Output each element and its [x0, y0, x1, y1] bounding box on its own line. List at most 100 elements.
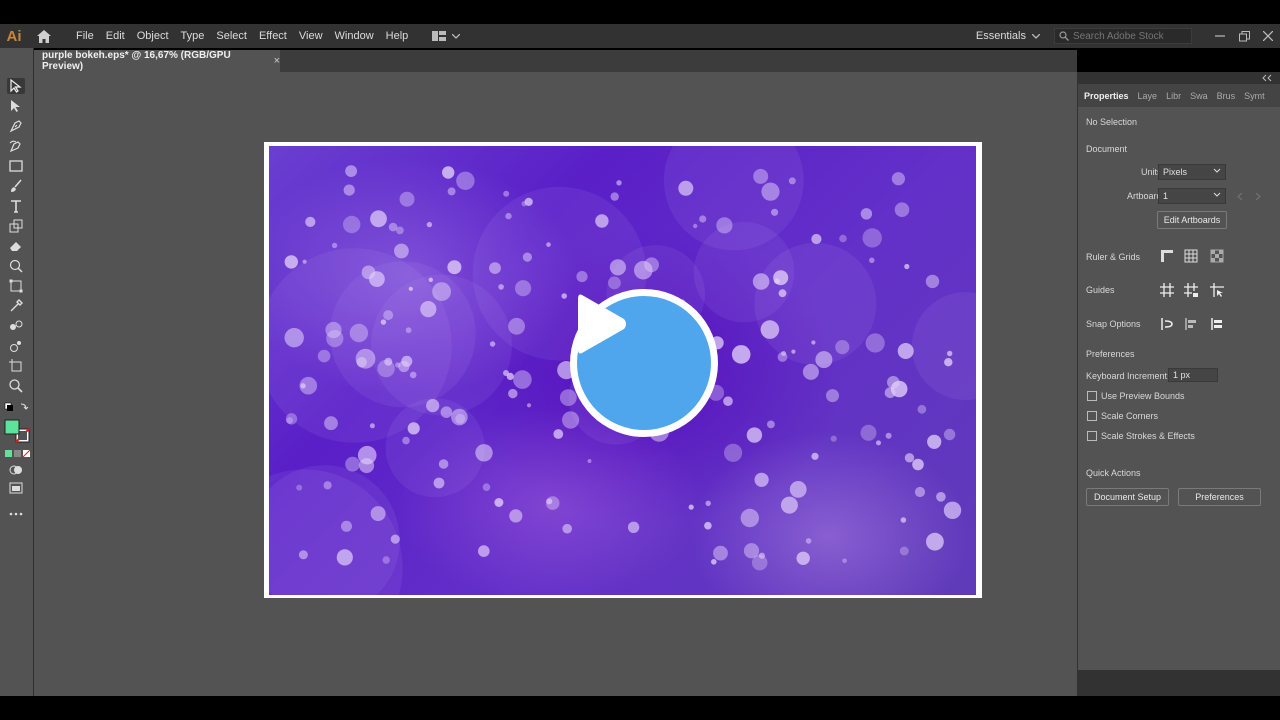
show-rulers-button[interactable]	[1158, 247, 1176, 265]
bokeh-dot	[505, 212, 512, 220]
menu-edit[interactable]: Edit	[100, 24, 131, 48]
type-tool[interactable]	[7, 198, 25, 214]
close-icon	[1263, 31, 1273, 41]
lock-guides-button[interactable]	[1182, 281, 1200, 299]
snap-to-point-button[interactable]	[1158, 315, 1176, 333]
menu-view[interactable]: View	[293, 24, 329, 48]
scale-corners-checkbox[interactable]	[1087, 411, 1097, 421]
tab-layers[interactable]: Laye	[1138, 91, 1158, 101]
curvature-tool[interactable]	[7, 138, 25, 154]
bokeh-dot	[326, 330, 344, 348]
bokeh-dot	[862, 228, 882, 248]
preferences-section-title: Preferences	[1086, 349, 1135, 359]
tab-properties[interactable]: Properties	[1084, 91, 1129, 101]
scale-strokes-label: Scale Strokes & Effects	[1101, 431, 1195, 441]
artboard-tool[interactable]	[7, 358, 25, 374]
units-select[interactable]: Pixels	[1158, 164, 1226, 180]
show-grid-button[interactable]	[1182, 247, 1200, 265]
preferences-button[interactable]: Preferences	[1178, 488, 1261, 506]
next-artboard-icon[interactable]	[1255, 193, 1261, 200]
workspace-switcher[interactable]: Essentials	[976, 30, 1040, 42]
document-tab-bar: purple bokeh.eps* @ 16,67% (RGB/GPU Prev…	[34, 50, 1077, 72]
panel-collapse-strip	[1078, 72, 1280, 84]
collapse-panels-icon[interactable]	[1262, 74, 1272, 82]
smart-guides-button[interactable]	[1208, 281, 1226, 299]
transparency-grid-button[interactable]	[1208, 247, 1226, 265]
blend-tool[interactable]	[7, 318, 25, 334]
scale-strokes-checkbox[interactable]	[1087, 431, 1097, 441]
artboard[interactable]	[264, 142, 982, 598]
menu-effect[interactable]: Effect	[253, 24, 293, 48]
symbol-sprayer-tool[interactable]	[7, 338, 25, 354]
bokeh-dot	[562, 411, 580, 429]
rectangle-tool[interactable]	[7, 158, 25, 174]
pen-tool[interactable]	[7, 118, 25, 134]
menu-object[interactable]: Object	[131, 24, 175, 48]
bokeh-dot	[515, 280, 532, 297]
edit-toolbar-button[interactable]	[7, 506, 25, 522]
eyedropper-tool[interactable]	[7, 298, 25, 314]
fill-stroke-swatches[interactable]	[3, 418, 31, 444]
snap-to-grid-button[interactable]	[1182, 315, 1200, 333]
warp-tool[interactable]	[7, 258, 25, 274]
menu-window[interactable]: Window	[329, 24, 380, 48]
restore-button[interactable]	[1232, 24, 1256, 48]
chevron-down-icon	[1213, 168, 1221, 173]
default-colors-swap[interactable]	[4, 400, 30, 416]
document-setup-button[interactable]: Document Setup	[1086, 488, 1169, 506]
paintbrush-tool[interactable]	[7, 178, 25, 194]
bokeh-dot	[912, 458, 924, 471]
canvas-area[interactable]	[34, 72, 1077, 696]
eraser-tool[interactable]	[7, 238, 25, 254]
zoom-tool[interactable]	[7, 378, 25, 394]
document-tab[interactable]: purple bokeh.eps* @ 16,67% (RGB/GPU Prev…	[34, 50, 280, 72]
snap-to-pixel-button[interactable]	[1208, 315, 1226, 333]
bokeh-dot	[509, 509, 523, 523]
previous-artboard-icon[interactable]	[1237, 193, 1243, 200]
bokeh-dot	[349, 323, 369, 343]
direct-selection-tool[interactable]	[7, 98, 25, 114]
edit-artboards-button[interactable]: Edit Artboards	[1157, 211, 1227, 229]
lock-guides-icon	[1184, 283, 1198, 297]
free-transform-tool[interactable]	[7, 278, 25, 294]
screen-mode-tool[interactable]	[7, 480, 25, 496]
tab-symbols[interactable]: Symt	[1244, 91, 1265, 101]
bokeh-dot	[426, 399, 440, 413]
properties-panel: Properties Laye Libr Swa Brus Symt No Se…	[1078, 84, 1280, 670]
draw-mode-tool[interactable]	[7, 462, 25, 478]
artboard-select[interactable]: 1	[1158, 188, 1226, 204]
minimize-button[interactable]	[1208, 24, 1232, 48]
bokeh-dot	[926, 532, 944, 551]
units-label: Units:	[1140, 167, 1164, 177]
color-mode-buttons[interactable]	[4, 446, 30, 462]
menu-type[interactable]: Type	[175, 24, 211, 48]
play-button-circle	[577, 294, 711, 430]
arrange-documents-button[interactable]	[432, 31, 461, 41]
bokeh-dot	[380, 319, 387, 325]
bokeh-dot	[894, 202, 910, 217]
show-guides-button[interactable]	[1158, 281, 1176, 299]
rotate-scale-tool[interactable]	[7, 218, 25, 234]
stock-search-input[interactable]	[1073, 30, 1191, 42]
home-icon[interactable]	[30, 24, 58, 48]
keyboard-increment-input[interactable]: 1 px	[1168, 368, 1218, 382]
eyedropper-icon	[10, 299, 23, 312]
more-dots-icon	[9, 512, 23, 516]
video-play-button[interactable]	[570, 289, 718, 437]
screen-mode-icon	[9, 482, 23, 494]
bokeh-dot	[428, 277, 433, 282]
tab-swatches[interactable]: Swa	[1190, 91, 1208, 101]
close-tab-icon[interactable]: ×	[274, 55, 280, 67]
menu-file[interactable]: File	[70, 24, 100, 48]
letterbox-top	[0, 0, 1280, 24]
tab-brushes[interactable]: Brus	[1217, 91, 1236, 101]
menu-select[interactable]: Select	[210, 24, 253, 48]
tab-libraries[interactable]: Libr	[1166, 91, 1181, 101]
units-value: Pixels	[1163, 167, 1188, 177]
menu-help[interactable]: Help	[380, 24, 415, 48]
use-preview-bounds-checkbox[interactable]	[1087, 391, 1097, 401]
close-window-button[interactable]	[1256, 24, 1280, 48]
symbol-sprayer-icon	[10, 341, 21, 352]
stock-search-box[interactable]	[1054, 28, 1192, 44]
selection-tool[interactable]	[7, 78, 25, 94]
